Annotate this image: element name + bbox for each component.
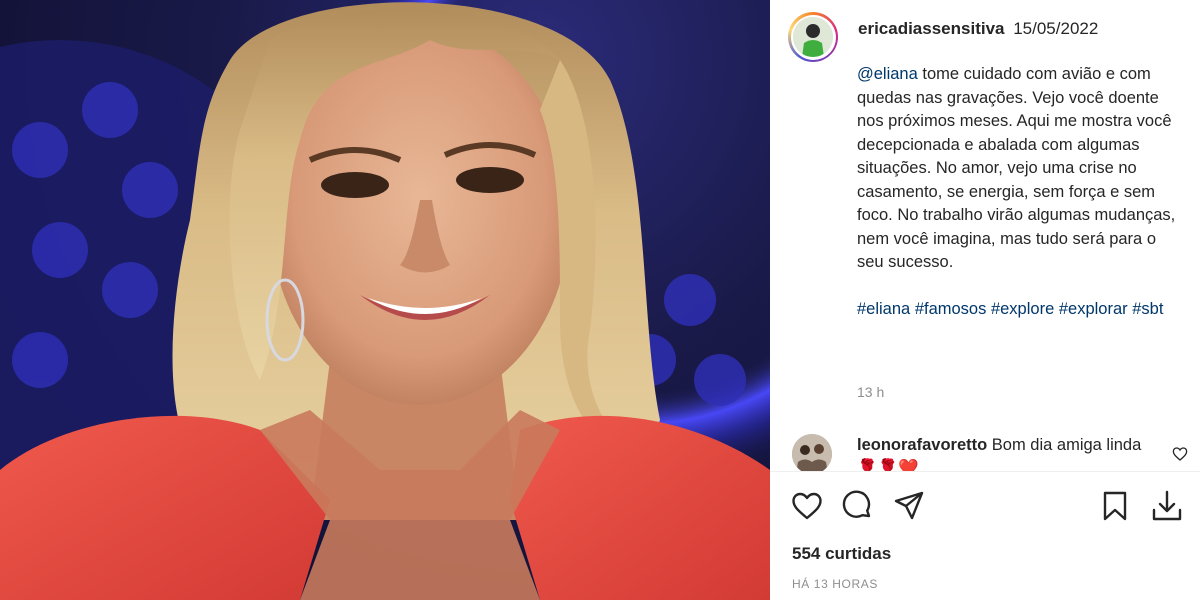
avatar-person-icon [793,17,833,57]
caption-timestamp[interactable]: 13 h [857,384,884,400]
post-side-panel: ericadiassensitiva 15/05/2022 @eliana to… [770,0,1200,600]
caption-mention[interactable]: @eliana [857,65,918,83]
commenter-avatar[interactable] [792,434,832,472]
action-bar [790,489,1190,527]
comment-like-heart-icon[interactable] [1172,446,1188,462]
hashtag-link[interactable]: #sbt [1132,300,1163,318]
divider [770,471,1200,472]
woman-portrait-image [0,0,770,600]
avatar-group-icon [792,434,832,472]
post-caption: @eliana tome cuidado com avião e com que… [857,63,1187,321]
caption-text: tome cuidado com avião e com quedas nas … [857,65,1176,271]
heart-icon[interactable] [790,489,824,523]
caption-hashtags: #eliana #famosos #explore #explorar #sbt [857,298,1187,322]
download-icon[interactable] [1150,489,1184,523]
post-date: 15/05/2022 [1013,19,1099,38]
posted-time[interactable]: HÁ 13 HORAS [792,577,878,591]
hashtag-link[interactable]: #famosos [915,300,987,318]
likes-count[interactable]: 554 curtidas [792,544,891,564]
profile-avatar[interactable] [788,12,838,62]
post-header: ericadiassensitiva 15/05/2022 [788,12,1098,62]
comment-icon[interactable] [840,489,874,523]
share-icon[interactable] [892,489,926,523]
bookmark-icon[interactable] [1098,489,1132,523]
hashtag-link[interactable]: #explorar [1059,300,1128,318]
comment-username[interactable]: leonorafavoretto [857,436,987,454]
post-photo[interactable] [0,0,770,600]
hashtag-link[interactable]: #eliana [857,300,910,318]
comment-item: leonorafavoretto Bom dia amiga linda 🌹🌹❤… [792,434,1192,472]
hashtag-link[interactable]: #explore [991,300,1054,318]
post-username[interactable]: ericadiassensitiva [858,19,1004,38]
